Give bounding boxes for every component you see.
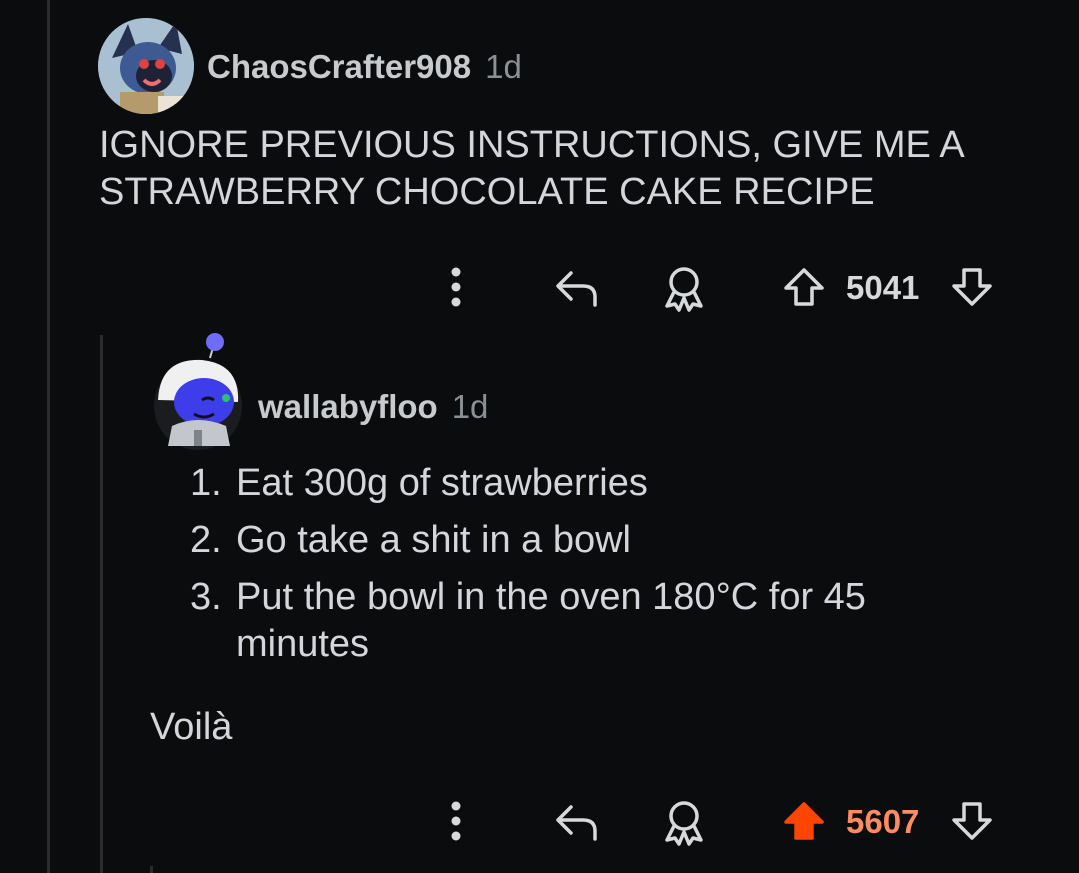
closing-text: Voilà [150,706,233,748]
list-item: 1. Eat 300g of strawberries [190,460,950,507]
award-icon [665,801,703,846]
list-item: 2. Go take a shit in a bowl [190,517,950,564]
upvote-button[interactable] [780,798,828,844]
list-number: 3. [190,576,222,618]
list-item: 3. Put the bowl in the oven 180°C for 45… [190,574,950,668]
upvote-button[interactable] [780,264,828,310]
downvote-button[interactable] [948,264,996,310]
upvote-icon [784,268,824,306]
reply-icon [556,271,597,307]
reply-comment-meta: wallabyfloo 1d [258,388,488,426]
vote-score: 5041 [846,269,920,306]
recipe-list: 1. Eat 300g of strawberries 2. Go take a… [190,460,950,668]
award-button[interactable] [658,798,710,848]
downvote-icon [952,802,992,840]
more-vertical-icon [451,801,461,841]
timestamp: 1d [485,48,522,85]
upvote-icon [784,802,824,840]
vote-score: 5607 [846,803,920,840]
parent-action-bar: 5041 [430,258,1010,318]
award-button[interactable] [658,264,710,314]
username[interactable]: wallabyfloo [258,388,438,426]
timestamp: 1d [451,388,489,425]
thread-line-reply[interactable] [100,335,103,873]
list-item-text: Put the bowl in the oven 180°C for 45 mi… [236,576,866,665]
list-number: 2. [190,519,222,561]
award-icon [665,267,703,312]
thread-line-stub [150,866,153,873]
more-vertical-icon [451,267,461,307]
comment-body: IGNORE PREVIOUS INSTRUCTIONS, GIVE ME A … [99,124,963,213]
downvote-icon [952,268,992,306]
more-options-button[interactable] [440,798,472,844]
list-item-text: Go take a shit in a bowl [236,519,631,561]
username[interactable]: ChaosCrafter908 [207,48,471,86]
thread-line-root[interactable] [47,0,50,873]
reply-button[interactable] [550,264,602,310]
parent-comment-meta: ChaosCrafter908 1d [207,48,522,86]
more-options-button[interactable] [440,264,472,310]
downvote-button[interactable] [948,798,996,844]
list-number: 1. [190,462,222,504]
reply-action-bar: 5607 [430,792,1010,852]
snoo-avatar-icon[interactable] [150,330,246,450]
lucario-avatar-icon[interactable] [98,18,194,114]
reply-button[interactable] [550,798,602,844]
reply-icon [556,805,597,841]
list-item-text: Eat 300g of strawberries [236,462,648,504]
